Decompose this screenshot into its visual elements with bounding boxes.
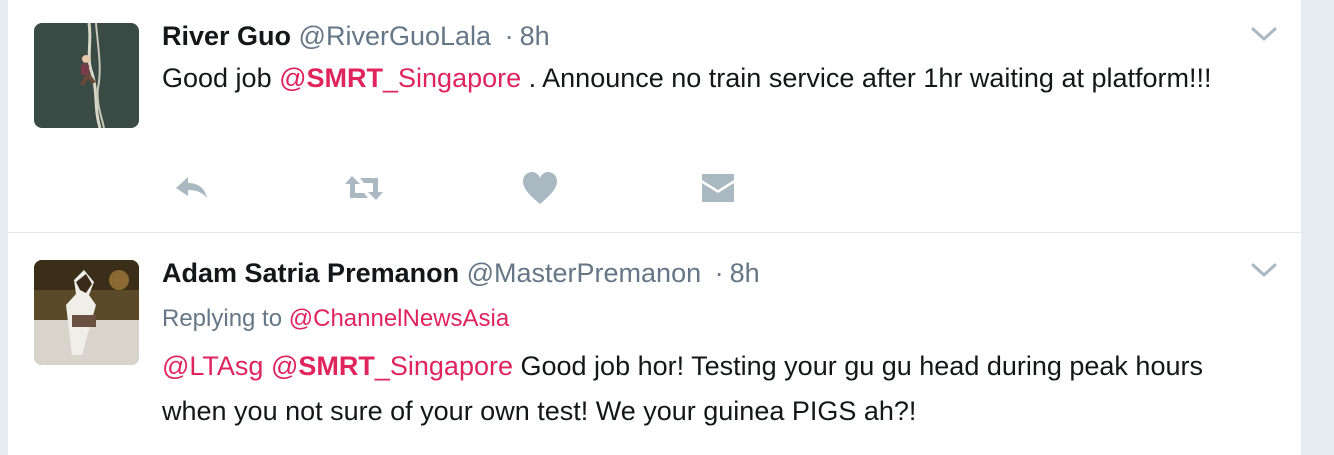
like-icon[interactable] xyxy=(520,168,564,208)
separator: · xyxy=(504,21,514,51)
tweet-stream: River Guo @RiverGuoLala · 8h Good job @SM… xyxy=(8,0,1301,455)
replying-label: Replying to xyxy=(162,305,283,332)
timestamp[interactable]: 8h xyxy=(730,258,760,288)
avatar[interactable] xyxy=(34,260,139,365)
chevron-down-icon[interactable] xyxy=(1251,27,1277,43)
mention-link[interactable]: @SMRT_Singapore xyxy=(279,63,521,93)
timestamp[interactable]: 8h xyxy=(520,21,550,51)
separator: · xyxy=(714,258,724,288)
tweet-text-segment: Good job xyxy=(162,63,280,93)
message-icon[interactable] xyxy=(698,168,742,208)
username[interactable]: @RiverGuoLala xyxy=(299,21,492,51)
username[interactable]: @MasterPremanon xyxy=(467,258,702,288)
tweet[interactable]: River Guo @RiverGuoLala · 8h Good job @SM… xyxy=(8,0,1301,233)
replying-to: Replying to @ChannelNewsAsia xyxy=(162,304,509,334)
mention-link[interactable]: @LTAsg xyxy=(162,351,263,381)
tweet-actions xyxy=(162,168,762,208)
tweet[interactable]: Adam Satria Premanon @MasterPremanon · 8h… xyxy=(8,233,1301,455)
reply-icon[interactable] xyxy=(172,168,216,208)
tweet-text: Good job @SMRT_Singapore . Announce no t… xyxy=(162,56,1272,101)
avatar[interactable] xyxy=(34,23,139,128)
mention-link[interactable]: @SMRT_Singapore xyxy=(271,351,513,381)
fullname[interactable]: Adam Satria Premanon xyxy=(162,258,459,288)
mention-bold: SMRT xyxy=(306,63,384,93)
mention-at: @ xyxy=(270,351,299,381)
mention-rest: _Singapore xyxy=(383,63,522,93)
tweet-header: Adam Satria Premanon @MasterPremanon · 8h xyxy=(162,257,760,289)
tweet-header: River Guo @RiverGuoLala · 8h xyxy=(162,20,550,52)
tweet-text: @LTAsg @SMRT_Singapore Good job hor! Tes… xyxy=(162,344,1272,434)
replying-to-link[interactable]: @ChannelNewsAsia xyxy=(289,305,509,332)
fullname[interactable]: River Guo xyxy=(162,21,291,51)
tweet-text-segment: . Announce no train service after 1hr wa… xyxy=(521,63,1212,93)
chevron-down-icon[interactable] xyxy=(1251,263,1277,279)
mention-at: @ xyxy=(279,63,307,93)
retweet-icon[interactable] xyxy=(342,168,386,208)
mention-rest: _Singapore xyxy=(374,351,513,381)
mention-bold: SMRT xyxy=(298,351,375,381)
